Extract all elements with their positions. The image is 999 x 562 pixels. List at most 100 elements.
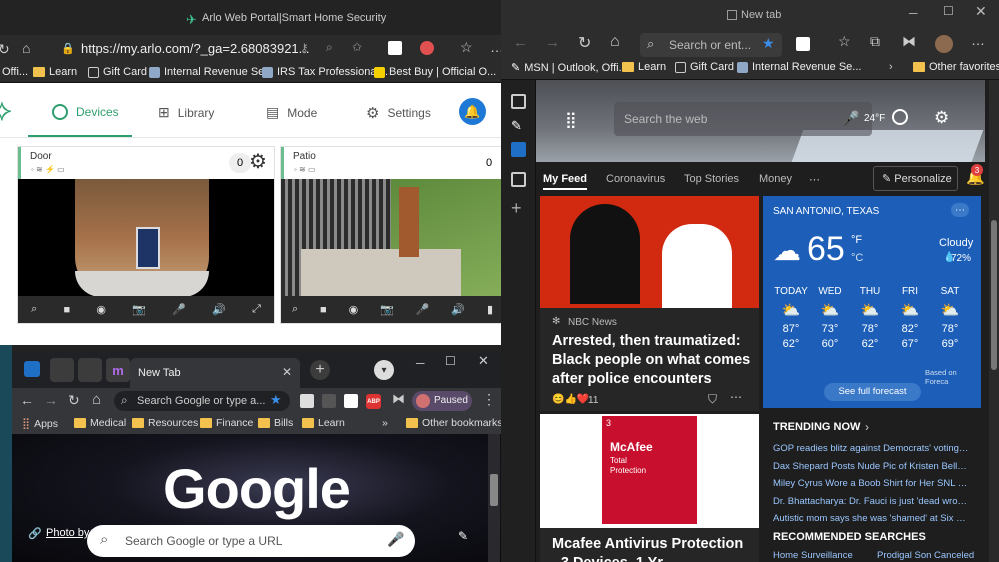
more-tabs-icon[interactable]: ⋯ [809,173,820,186]
news-headline[interactable]: Arrested, then traumatized: Black people… [552,332,752,389]
favorite-star-icon[interactable]: ★ [762,35,775,52]
extension-icon[interactable] [300,394,314,408]
photo-credit-link[interactable]: Photo by [46,527,89,539]
see-full-forecast-button[interactable]: See full forecast [824,383,921,401]
bookmark-star-icon[interactable]: ★ [270,392,282,408]
outlook-icon[interactable] [511,142,526,157]
home-icon[interactable]: ⌂ [610,33,620,51]
favorite-msn[interactable]: ✎ MSN | Outlook, Offi... [511,61,628,75]
collections-icon[interactable]: ⧉ [870,33,880,50]
favorite-office[interactable]: Offi... [2,66,28,78]
scrollbar-thumb[interactable] [991,220,997,370]
gmail-tab-icon[interactable] [50,358,74,382]
apps-grid-icon[interactable]: ⣿ [565,110,577,130]
camera-feed-door[interactable] [18,179,274,297]
camera-card-door[interactable]: Door ◦ ≋ ⚡ ▭ 0 ⚙ ⌕ ■ ◉ 📷 🎤 🔊 ⤢ [17,146,275,324]
record-icon[interactable]: ◉ [349,303,359,316]
edge-scrollbar[interactable] [989,80,999,562]
feed-icon[interactable] [511,172,526,187]
extensions-puzzle-icon[interactable]: ⧓ [392,391,405,407]
record-icon[interactable]: ◉ [96,303,106,316]
chevron-right-icon[interactable]: › [865,420,869,434]
nav-library[interactable]: ⊞ Library [158,104,214,121]
favorites-star-icon[interactable]: ☆ [460,39,473,56]
extensions-puzzle-icon[interactable]: ⧓ [902,33,916,50]
scrollbar-thumb[interactable] [490,474,498,506]
flashlight-icon[interactable]: ▮ [487,303,493,316]
trending-item[interactable]: GOP readies blitz against Democrats' vot… [773,443,969,454]
refresh-icon[interactable]: ↻ [578,33,591,53]
snapshot-camera-icon[interactable]: 📷 [380,303,394,316]
bookmark-finance[interactable]: Finance [200,417,253,429]
nav-mode[interactable]: ▤ Mode [266,104,317,121]
favorite-gift-card[interactable]: Gift Card [88,66,147,78]
refresh-icon[interactable]: ↻ [68,392,80,409]
weather-temp-badge[interactable]: 24°F [864,113,885,124]
bookmark-icon[interactable]: ⛉ [708,392,717,407]
tab-top-stories[interactable]: Top Stories [684,173,739,185]
recommended-item[interactable]: Home Surveillance [773,550,853,561]
maximize-icon[interactable]: ☐ [943,4,954,18]
news-card[interactable]: ✻ NBC News Arrested, then traumatized: B… [540,196,759,411]
bookmark-other[interactable]: Other bookmarks [406,417,501,429]
stop-icon[interactable]: ■ [320,304,327,316]
minimize-icon[interactable]: ─ [909,6,918,20]
tab-search-icon[interactable]: ▾ [374,360,394,380]
tab-coronavirus[interactable]: Coronavirus [606,173,665,185]
extension-icon[interactable] [388,41,402,55]
calendar-icon[interactable] [511,94,526,109]
rewards-icon[interactable] [892,109,908,125]
bookmark-apps[interactable]: ⣿ Apps [22,417,58,431]
arlo-url-field[interactable]: https://my.arlo.com/?_ga=2.68083921... [81,41,309,56]
favorite-irs-tax-professional[interactable]: IRS Tax Professional... [262,66,388,78]
notifications-bell-icon[interactable]: 🔔 [459,98,486,125]
home-icon[interactable]: ⌂ [22,40,30,56]
bookmark-medical[interactable]: Medical [74,417,126,429]
camera-feed-patio[interactable] [281,179,501,297]
profile-avatar[interactable] [935,35,953,53]
favorite-irs[interactable]: Internal Revenue Se... [149,66,273,78]
forward-icon[interactable]: → [545,34,560,51]
trending-item[interactable]: Dr. Bhattacharya: Dr. Fauci is just 'dea… [773,496,969,507]
personalize-button[interactable]: ✎ Personalize [873,166,958,191]
more-icon[interactable]: … [971,32,985,48]
forward-icon[interactable]: → [44,392,58,408]
microphone-icon[interactable]: 🎤 [416,303,430,316]
favorites-icon[interactable]: ☆ [838,33,851,50]
snapshot-camera-icon[interactable]: 📷 [132,303,146,316]
m-tab-icon[interactable]: m [106,358,130,382]
favorite-best-buy[interactable]: Best Buy | Official O... [374,66,496,78]
chrome-scrollbar[interactable] [488,434,500,562]
favorite-gift-card[interactable]: Gift Card [675,61,734,73]
forecast-day-sat[interactable]: SAT ⛅ 78° 69° [931,286,969,350]
edge-address-bar[interactable]: ⌕ Search or ent... ★ [640,33,782,57]
back-icon[interactable]: ← [513,34,528,51]
adblock-plus-icon[interactable]: ABP [366,394,381,409]
zoom-icon[interactable]: ⌕ [326,40,333,55]
customize-pencil-icon[interactable]: ✎ [458,529,468,543]
bookmark-bills[interactable]: Bills [258,417,293,429]
trending-item[interactable]: Dax Shepard Posts Nude Pic of Kristen Be… [773,461,969,472]
chrome-omnibox[interactable]: ⌕ Search Google or type a... ★ [114,391,290,411]
extension-icon[interactable] [322,394,336,408]
bookmark-learn[interactable]: Learn [302,417,345,429]
stop-icon[interactable]: ■ [64,304,71,316]
chrome-active-tab[interactable]: New Tab ✕ [130,358,300,388]
collections-icon[interactable]: ✩ [352,40,362,54]
key-icon[interactable]: ⚷ [300,41,309,55]
back-icon[interactable]: ← [20,392,34,408]
web-search-box[interactable]: Search the web 🎤 [614,102,872,136]
unit-celsius-toggle[interactable]: °C [851,252,863,264]
add-icon[interactable]: + [511,198,522,219]
gmail-tab-icon[interactable] [78,358,102,382]
camera-settings-gear-icon[interactable]: ⚙ [249,149,267,174]
forecast-day-thu[interactable]: THU ⛅ 78° 62° [851,286,889,350]
settings-gear-icon[interactable]: ⚙ [934,108,949,128]
close-icon[interactable]: ✕ [975,3,987,20]
more-icon[interactable]: … [490,39,501,55]
trending-title[interactable]: TRENDING NOW [773,421,860,433]
google-search-box[interactable]: ⌕ Search Google or type a URL 🎤 [87,525,415,557]
close-icon[interactable]: ✕ [478,353,489,369]
favorite-learn[interactable]: Learn [622,61,666,73]
favorite-other-favorites[interactable]: Other favorites [913,61,999,73]
